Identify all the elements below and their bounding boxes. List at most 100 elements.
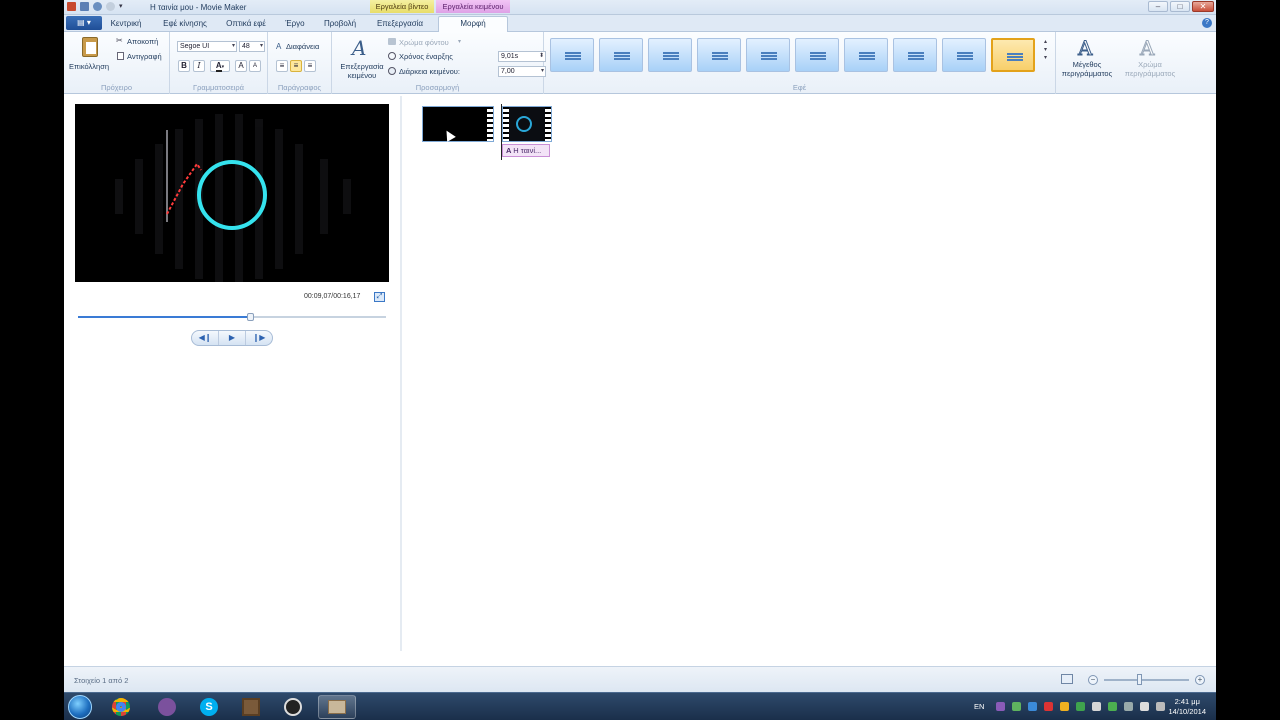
maximize-button[interactable]: □: [1170, 1, 1190, 12]
record-tray-icon[interactable]: [1044, 702, 1053, 711]
display-tray-icon[interactable]: [1124, 702, 1133, 711]
effect-thumbnail-5[interactable]: [746, 38, 790, 72]
align-left-button[interactable]: ≡: [276, 60, 288, 72]
grow-font-button[interactable]: A: [235, 60, 247, 72]
viber-icon[interactable]: [148, 695, 186, 719]
caption-clip[interactable]: A Η ταινί...: [502, 144, 550, 157]
effect-thumbnail-6[interactable]: [795, 38, 839, 72]
seek-bar[interactable]: [78, 313, 386, 321]
font-size-select[interactable]: 48 ▾: [239, 41, 265, 52]
minecraft-icon[interactable]: [232, 695, 270, 719]
minimize-icon: –: [1155, 2, 1161, 11]
outline-size-button[interactable]: A Μέγεθος περιγράμματος: [1058, 36, 1116, 80]
effect-thumbnail-2[interactable]: [599, 38, 643, 72]
undo-icon[interactable]: [93, 2, 102, 11]
cut-label: Αποκοπή: [127, 37, 159, 46]
clip-black-frame[interactable]: [422, 106, 494, 142]
next-frame-icon[interactable]: ❙▶: [246, 331, 272, 345]
network-tray-icon[interactable]: [1012, 702, 1021, 711]
effects-group: ▴ ▾ ▾ Εφέ: [544, 32, 1056, 94]
clip-circle-video[interactable]: [502, 106, 552, 142]
effect-lines-icon: [761, 52, 777, 60]
bold-button[interactable]: B: [178, 60, 190, 72]
shrink-font-button[interactable]: A: [249, 60, 261, 72]
font-group: Segoe UI ▾ 48 ▾ B I A▾ A A Γραμματοσειρά: [170, 32, 268, 94]
font-family-select[interactable]: Segoe UI ▾: [177, 41, 237, 52]
start-button[interactable]: [68, 695, 92, 719]
transparency-button[interactable]: A Διαφάνεια: [276, 41, 332, 52]
copy-icon: [117, 52, 124, 60]
font-color-button[interactable]: A▾: [210, 60, 230, 72]
previous-frame-icon[interactable]: ◀❙: [192, 331, 219, 345]
paste-button[interactable]: Επικόλληση: [68, 35, 112, 75]
pane-splitter[interactable]: [400, 96, 402, 651]
tab-project[interactable]: Έργο: [280, 17, 310, 32]
chrome-icon[interactable]: [102, 695, 140, 719]
volume-tray-icon[interactable]: [1156, 702, 1165, 711]
play-icon[interactable]: ▶: [219, 331, 246, 345]
start-time-input[interactable]: 9,01s ⬍: [498, 51, 546, 62]
tab-home[interactable]: Κεντρική: [106, 17, 146, 32]
app-icon: [67, 2, 76, 11]
seek-thumb[interactable]: [247, 313, 255, 321]
tab-format[interactable]: Μορφή: [438, 16, 508, 33]
skype-icon[interactable]: S: [190, 695, 228, 719]
zoom-thumb[interactable]: [1137, 674, 1142, 685]
outline-size-label: Μέγεθος περιγράμματος: [1061, 60, 1113, 78]
customize-chevron-icon[interactable]: ▾: [119, 2, 128, 11]
effect-thumbnail-4[interactable]: [697, 38, 741, 72]
effect-thumbnail-9[interactable]: [942, 38, 986, 72]
tab-animations[interactable]: Εφέ κίνησης: [156, 17, 214, 32]
fullscreen-icon[interactable]: ⤢: [374, 292, 385, 302]
effect-thumbnail-1[interactable]: [550, 38, 594, 72]
close-button[interactable]: ✕: [1192, 1, 1214, 12]
align-right-button[interactable]: ≡: [304, 60, 316, 72]
save-icon[interactable]: [80, 2, 89, 11]
help-icon[interactable]: ?: [1202, 18, 1212, 28]
film-sprocket: [503, 107, 509, 141]
system-clock[interactable]: 2:41 μμ 14/10/2014: [1168, 697, 1206, 717]
timecode: 00:09,07/00:16,17: [304, 293, 361, 300]
security-tray-icon[interactable]: [1060, 702, 1069, 711]
tab-edit[interactable]: Επεξεργασία: [370, 17, 430, 32]
effect-thumbnail-8[interactable]: [893, 38, 937, 72]
background-color-button: Χρώμα φόντου ▾: [388, 37, 478, 48]
stopwatch-icon: [388, 67, 396, 75]
video-preview[interactable]: [75, 104, 389, 282]
effect-thumbnail-7[interactable]: [844, 38, 888, 72]
minimize-button[interactable]: –: [1148, 1, 1168, 12]
gallery-more-button[interactable]: ▴ ▾ ▾: [1044, 38, 1052, 72]
monitor-tray-icon[interactable]: [1108, 702, 1117, 711]
redo-icon[interactable]: [106, 2, 115, 11]
effect-thumbnail-10[interactable]: [991, 38, 1035, 72]
cut-button[interactable]: ✂ Αποκοπή: [116, 36, 168, 47]
cloud-tray-icon[interactable]: [1092, 702, 1101, 711]
copy-button[interactable]: Αντιγραφή: [116, 51, 168, 62]
tab-visual-effects[interactable]: Οπτικά εφέ: [222, 17, 270, 32]
flag-tray-icon[interactable]: [1140, 702, 1149, 711]
effect-lines-icon: [1007, 53, 1023, 61]
file-menu-button[interactable]: ▤ ▾: [66, 16, 102, 30]
language-indicator[interactable]: EN: [974, 702, 984, 711]
align-left-icon: ≡: [279, 61, 285, 70]
edit-text-button[interactable]: A Επεξεργασία κειμένου: [336, 36, 386, 80]
italic-button[interactable]: I: [193, 60, 205, 72]
zoom-out-button[interactable]: −: [1088, 675, 1098, 685]
clock-icon: [388, 52, 396, 60]
movie-maker-taskbar-icon[interactable]: [318, 695, 356, 719]
effect-thumbnail-3[interactable]: [648, 38, 692, 72]
obs-icon[interactable]: [274, 695, 312, 719]
sync-tray-icon[interactable]: [1028, 702, 1037, 711]
copy-label: Αντιγραφή: [127, 52, 162, 61]
tab-view[interactable]: Προβολή: [320, 17, 360, 32]
align-center-button[interactable]: ≡: [290, 60, 302, 72]
shield-tray-icon[interactable]: [1076, 702, 1085, 711]
zoom-in-button[interactable]: +: [1195, 675, 1205, 685]
thumbnail-size-icon[interactable]: [1061, 674, 1073, 684]
playback-controls: ◀❙ ▶ ❙▶: [191, 330, 273, 346]
zoom-slider[interactable]: [1104, 679, 1189, 681]
movie-maker-window: ▾ Η ταινία μου - Movie Maker Εργαλεία βί…: [64, 0, 1216, 692]
viber-tray-icon[interactable]: [996, 702, 1005, 711]
outline-color-icon: A: [1139, 36, 1155, 61]
duration-select[interactable]: 7,00 ▾: [498, 66, 546, 77]
